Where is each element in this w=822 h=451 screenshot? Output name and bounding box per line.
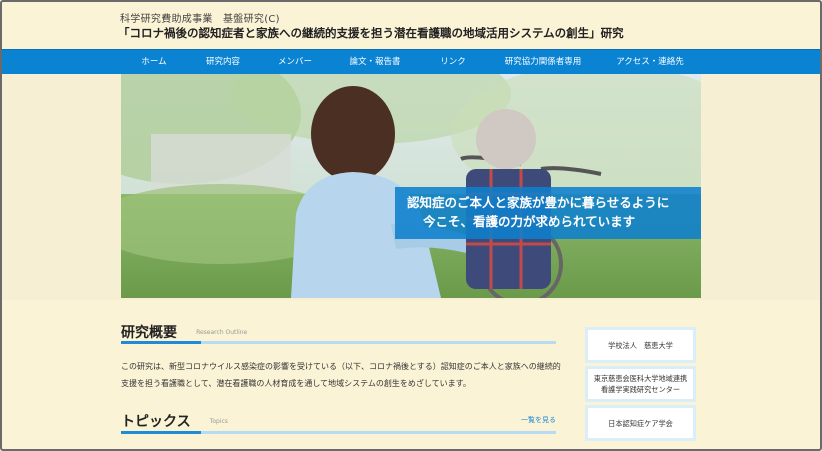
hero-caption-line2: 今こそ、看護の力が求められています xyxy=(423,214,636,229)
sidebar-link-dementia-care-society[interactable]: 日本認知症ケア学会 xyxy=(585,405,696,441)
overview-title: 研究概要 xyxy=(121,325,177,341)
nav-item-collaborators[interactable]: 研究協力関係者専用 xyxy=(496,50,590,75)
sidebar-link-nursing-center[interactable]: 東京慈恵会医科大学地域連携 看護学実践研究センター xyxy=(585,366,696,402)
site-subtitle: 科学研究費助成事業 基盤研究(C) xyxy=(120,14,280,25)
nav-item-research[interactable]: 研究内容 xyxy=(191,50,255,75)
global-nav: ホーム 研究内容 メンバー 論文・報告書 リンク 研究協力関係者専用 アクセス・… xyxy=(0,49,822,74)
topics-heading: トピックス Topics 一覧を見る xyxy=(121,411,556,437)
nav-item-papers[interactable]: 論文・報告書 xyxy=(340,50,410,75)
overview-text: この研究は、新型コロナウイルス感染症の影響を受けている（以下、コロナ禍後とする）… xyxy=(121,362,561,388)
sidebar-link-label: 日本認知症ケア学会 xyxy=(608,418,673,428)
topics-title-en: Topics xyxy=(209,418,228,425)
nav-item-members[interactable]: メンバー xyxy=(262,50,328,75)
sidebar-link-label: 学校法人 慈恵大学 xyxy=(608,340,673,350)
topics-title: トピックス xyxy=(121,414,191,430)
topics-more-link[interactable]: 一覧を見る xyxy=(521,415,556,425)
nav-item-links[interactable]: リンク xyxy=(421,50,485,75)
nav-item-home[interactable]: ホーム xyxy=(121,50,187,75)
overview-heading: 研究概要 Research Outline xyxy=(121,322,556,344)
hero-caption-line1: 認知症のご本人と家族が豊かに暮らせるように xyxy=(407,195,670,210)
overview-divider xyxy=(121,341,556,344)
overview-title-en: Research Outline xyxy=(196,329,248,336)
topics-divider xyxy=(121,431,556,434)
hero-photo xyxy=(121,74,701,298)
hero-caption: 認知症のご本人と家族が豊かに暮らせるように 今こそ、看護の力が求められています xyxy=(395,187,701,239)
site-header: 科学研究費助成事業 基盤研究(C) 「コロナ禍後の認知症者と家族への継続的支援を… xyxy=(0,0,822,48)
sidebar-link-jikei-university[interactable]: 学校法人 慈恵大学 xyxy=(585,327,696,363)
nav-item-access[interactable]: アクセス・連絡先 xyxy=(608,50,692,75)
hero-banner: 認知症のご本人と家族が豊かに暮らせるように 今こそ、看護の力が求められています xyxy=(121,74,701,298)
sidebar-link-label: 東京慈恵会医科大学地域連携 看護学実践研究センター xyxy=(593,374,688,394)
site-title[interactable]: 「コロナ禍後の認知症者と家族への継続的支援を担う潜在看護職の地域活用システムの創… xyxy=(118,25,624,41)
